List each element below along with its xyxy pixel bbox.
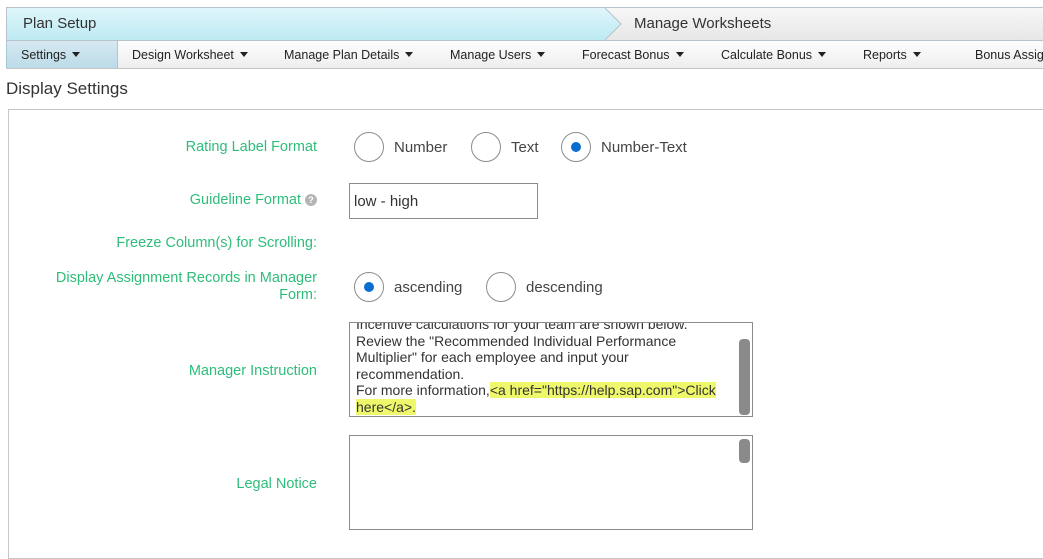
menu-manage-users-label: Manage Users: [450, 48, 532, 62]
radio-descending[interactable]: descending: [486, 272, 603, 302]
help-icon[interactable]: ?: [305, 194, 317, 206]
menu-bonus-assignment-label: Bonus Assig: [975, 48, 1043, 62]
manager-instruction-label: Manager Instruction: [188, 363, 317, 379]
step-bar: Plan Setup Manage Worksheets: [6, 7, 1043, 41]
caret-down-icon: [239, 52, 248, 57]
radio-text-label: Text: [511, 138, 539, 156]
menu-bar: Settings Design Worksheet Manage Plan De…: [6, 41, 1043, 69]
display-assignment-label: Display Assignment Records in Manager Fo…: [55, 270, 317, 303]
radio-number-text-circle[interactable]: [561, 132, 591, 162]
legal-notice-textarea[interactable]: [349, 435, 753, 530]
guideline-format-label-text: Guideline Format: [189, 192, 301, 208]
menu-reports[interactable]: Reports: [863, 41, 921, 68]
menu-reports-label: Reports: [863, 48, 907, 62]
radio-ascending[interactable]: ascending: [354, 272, 462, 302]
radio-number-text[interactable]: Number-Text: [561, 132, 687, 162]
section-title: Display Settings: [6, 79, 128, 98]
step-plan-setup-label[interactable]: Plan Setup: [23, 15, 96, 32]
menu-calculate-bonus[interactable]: Calculate Bonus: [721, 41, 827, 68]
radio-ascending-circle[interactable]: [354, 272, 384, 302]
menu-manage-plan-details[interactable]: Manage Plan Details: [284, 41, 414, 68]
caret-down-icon: [405, 52, 414, 57]
menu-settings-label: Settings: [21, 48, 67, 62]
menu-design-worksheet-label: Design Worksheet: [132, 48, 234, 62]
manager-instruction-text: Incentive calculations for your team are…: [356, 322, 736, 415]
caret-down-icon: [818, 52, 827, 57]
radio-ascending-label: ascending: [394, 278, 463, 296]
instruction-line-prefix: For more information,: [356, 382, 490, 398]
menu-manage-users[interactable]: Manage Users: [450, 41, 546, 68]
menu-settings[interactable]: Settings: [6, 41, 118, 68]
caret-down-icon: [537, 52, 546, 57]
caret-down-icon: [912, 52, 921, 57]
radio-number[interactable]: Number: [354, 132, 447, 162]
guideline-format-input[interactable]: [349, 183, 538, 219]
step-manage-worksheets[interactable]: Manage Worksheets: [634, 15, 771, 32]
legal-notice-scrollbar[interactable]: [739, 439, 750, 463]
legal-notice-label: Legal Notice: [236, 476, 317, 492]
radio-number-text-label: Number-Text: [601, 138, 687, 156]
radio-text[interactable]: Text: [471, 132, 539, 162]
instruction-line: Incentive calculations for your team are…: [356, 322, 688, 332]
menu-manage-plan-details-label: Manage Plan Details: [284, 48, 400, 62]
radio-number-circle[interactable]: [354, 132, 384, 162]
caret-down-icon: [675, 52, 684, 57]
manager-instruction-scrollbar[interactable]: [739, 339, 750, 415]
caret-down-icon: [72, 52, 81, 57]
rating-label-format-label: Rating Label Format: [185, 139, 317, 155]
radio-text-circle[interactable]: [471, 132, 501, 162]
instruction-line: For more information,<a href="https://he…: [356, 382, 736, 415]
menu-calculate-bonus-label: Calculate Bonus: [721, 48, 813, 62]
guideline-format-label: Guideline Format?: [190, 192, 317, 209]
instruction-line: Review the "Recommended Individual Perfo…: [356, 332, 677, 382]
menu-design-worksheet[interactable]: Design Worksheet: [132, 41, 248, 68]
freeze-columns-label: Freeze Column(s) for Scrolling:: [116, 235, 317, 251]
radio-number-label: Number: [394, 138, 448, 156]
radio-descending-label: descending: [526, 278, 603, 296]
menu-bonus-assignment[interactable]: Bonus Assig: [975, 41, 1043, 68]
radio-descending-circle[interactable]: [486, 272, 516, 302]
menu-forecast-bonus-label: Forecast Bonus: [582, 48, 670, 62]
menu-forecast-bonus[interactable]: Forecast Bonus: [582, 41, 684, 68]
step-plan-setup[interactable]: [7, 8, 621, 40]
manager-instruction-textarea[interactable]: Incentive calculations for your team are…: [349, 322, 753, 417]
